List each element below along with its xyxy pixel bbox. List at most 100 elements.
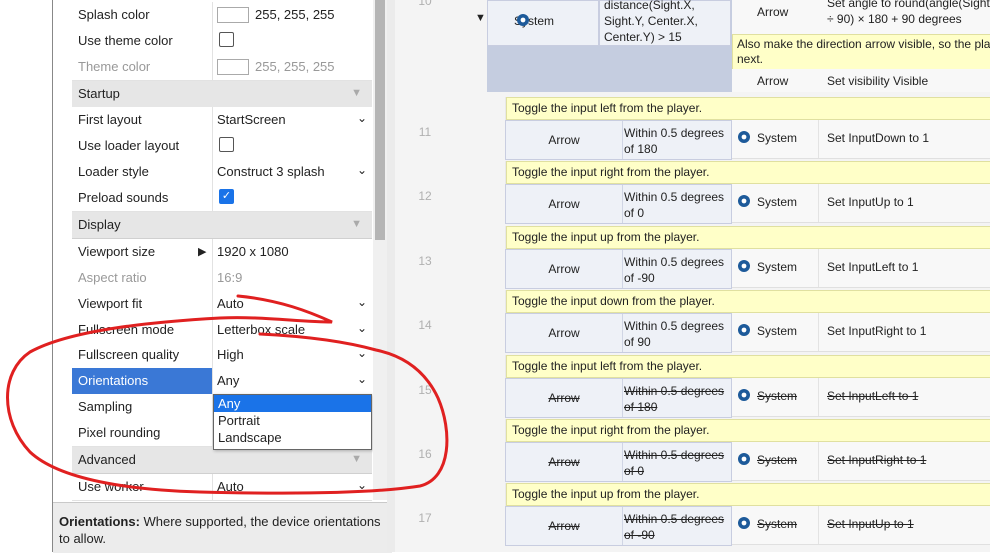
property-select[interactable]: Construct 3 splash ⌄ (212, 159, 373, 185)
property-value[interactable]: 255, 255, 255 (212, 2, 373, 28)
comment[interactable]: Also make the direction arrow visible, s… (732, 34, 990, 70)
comment[interactable]: Toggle the input down from the player. (506, 290, 990, 314)
comment-text: Toggle the input right from the player. (512, 165, 710, 180)
condition[interactable]: Arrow Within 0.5 degrees of 180 (505, 377, 732, 418)
comment-text: Toggle the input right from the player. (512, 423, 710, 437)
comment[interactable]: Toggle the input left from the player. (506, 354, 990, 378)
color-swatch[interactable] (217, 7, 249, 23)
section-startup[interactable]: Startup ▼ (72, 81, 372, 108)
action-text: Set InputRight to 1 (827, 453, 927, 467)
action-object: System (757, 324, 798, 339)
action-object: System (757, 517, 798, 532)
chevron-down-icon: ⌄ (356, 372, 367, 386)
property-use-loader-layout[interactable]: Use loader layout (72, 133, 372, 160)
property-first-layout[interactable]: First layout StartScreen ⌄ (72, 107, 372, 134)
condition-text[interactable]: distance(Sight.X, Sight.Y, Center.X, Cen… (599, 0, 731, 46)
checkbox[interactable] (219, 137, 234, 152)
section-advanced[interactable]: Advanced ▼ (72, 447, 372, 474)
collapse-triangle-icon[interactable]: ▼ (475, 12, 486, 24)
comment[interactable]: Toggle the input up from the player. (506, 483, 990, 507)
comment[interactable]: Toggle the input right from the player. (506, 419, 990, 442)
action-object: System (757, 259, 798, 274)
action-row[interactable]: System Set InputLeft to 1 (732, 248, 990, 288)
chevron-down-icon: ⌄ (356, 163, 367, 177)
comment-text: Also make the direction arrow visible, s… (737, 37, 990, 51)
option-landscape[interactable]: Landscape (214, 429, 371, 446)
property-value[interactable]: 1920 x 1080 (212, 239, 373, 265)
condition[interactable]: Arrow Within 0.5 degrees of 0 (505, 184, 732, 225)
divider (818, 442, 819, 480)
property-label: Use loader layout (78, 138, 180, 153)
property-value[interactable] (212, 133, 373, 159)
expand-triangle-icon[interactable]: ▶ (198, 245, 206, 258)
property-select[interactable]: Any ⌄ (212, 368, 373, 394)
action-row[interactable]: System Set InputUp to 1 (732, 184, 990, 224)
chevron-down-icon: ⌄ (356, 111, 367, 125)
section-display[interactable]: Display ▼ (72, 212, 372, 239)
condition[interactable]: Arrow Within 0.5 degrees of -90 (505, 506, 732, 547)
select-value: Auto (217, 479, 244, 494)
scroll-thumb[interactable] (375, 0, 385, 240)
option-any[interactable]: Any (214, 395, 371, 412)
condition[interactable]: Arrow Within 0.5 degrees of 90 (505, 313, 732, 354)
panel-divider (52, 0, 53, 552)
action-row[interactable]: System Set InputDown to 1 (732, 120, 990, 159)
action-text: Set visibility Visible (827, 74, 929, 88)
gear-icon (738, 131, 750, 143)
collapse-triangle-icon[interactable]: ▼ (351, 218, 362, 230)
collapse-triangle-icon[interactable]: ▼ (351, 87, 362, 99)
action-row[interactable]: System Set InputRight to 1 (732, 442, 990, 481)
property-label: Sampling (78, 399, 133, 414)
option-portrait[interactable]: Portrait (214, 412, 371, 429)
divider (818, 120, 819, 158)
action-text-2: ÷ 90) × 180 + 90 degrees (827, 12, 962, 26)
select-value: Any (217, 373, 240, 388)
property-select[interactable]: Auto ⌄ (212, 291, 373, 317)
section-label: Advanced (78, 452, 136, 467)
action-object: System (757, 453, 798, 467)
property-label: First layout (78, 112, 142, 127)
property-select[interactable]: Auto ⌄ (212, 474, 373, 500)
property-loader-style[interactable]: Loader style Construct 3 splash ⌄ (72, 159, 372, 186)
property-select[interactable]: Letterbox scale ⌄ (212, 317, 373, 343)
condition[interactable]: Arrow Within 0.5 degrees of 0 (505, 442, 732, 482)
property-viewport-fit[interactable]: Viewport fit Auto ⌄ (72, 291, 372, 318)
action-row[interactable]: Arrow Set angle to round(angle(Sight.X ÷… (732, 0, 990, 34)
splitter[interactable] (387, 0, 395, 552)
property-select[interactable]: High ⌄ (212, 342, 373, 368)
property-viewport-size[interactable]: Viewport size ▶ 1920 x 1080 (72, 239, 372, 266)
property-use-worker[interactable]: Use worker Auto ⌄ (72, 474, 372, 501)
property-select[interactable]: StartScreen ⌄ (212, 107, 373, 133)
collapse-triangle-icon[interactable]: ▼ (351, 453, 362, 465)
checkbox[interactable] (219, 32, 234, 47)
condition[interactable]: Arrow Within 0.5 degrees of -90 (505, 248, 732, 289)
properties-scrollbar[interactable] (373, 0, 387, 500)
condition-object[interactable]: System (487, 0, 599, 46)
property-splash-color[interactable]: Splash color 255, 255, 255 (72, 2, 372, 29)
property-preload-sounds[interactable]: Preload sounds ✓ (72, 185, 372, 212)
property-value[interactable]: ✓ (212, 185, 373, 211)
property-fullscreen-mode[interactable]: Fullscreen mode Letterbox scale ⌄ (72, 317, 372, 344)
property-value[interactable] (212, 28, 373, 54)
action-text: Set InputUp to 1 (827, 517, 914, 532)
property-use-theme-color[interactable]: Use theme color (72, 28, 372, 55)
action-row[interactable]: System Set InputUp to 1 (732, 506, 990, 546)
comment[interactable]: Toggle the input left from the player. (506, 97, 990, 120)
action-row[interactable]: System Set InputRight to 1 (732, 313, 990, 353)
property-fullscreen-quality[interactable]: Fullscreen quality High ⌄ (72, 342, 372, 369)
action-text: Set InputRight to 1 (827, 324, 927, 339)
condition-object: Arrow (506, 443, 623, 481)
action-row[interactable]: System Set InputLeft to 1 (732, 377, 990, 417)
comment[interactable]: Toggle the input up from the player. (506, 225, 990, 249)
comment[interactable]: Toggle the input right from the player. (506, 161, 990, 185)
color-value: 255, 255, 255 (255, 59, 335, 74)
orientations-dropdown-list[interactable]: Any Portrait Landscape (213, 394, 372, 450)
action-row[interactable]: Arrow Set visibility Visible (732, 69, 990, 92)
property-description: Orientations: Where supported, the devic… (53, 502, 392, 553)
action-text: Set InputUp to 1 (827, 195, 914, 210)
condition-text: Within 0.5 degrees of 0 (624, 448, 725, 478)
property-orientations[interactable]: Orientations Any ⌄ (72, 368, 373, 395)
checkbox-checked[interactable]: ✓ (219, 189, 234, 204)
condition[interactable]: Arrow Within 0.5 degrees of 180 (505, 120, 732, 160)
divider (818, 313, 819, 352)
